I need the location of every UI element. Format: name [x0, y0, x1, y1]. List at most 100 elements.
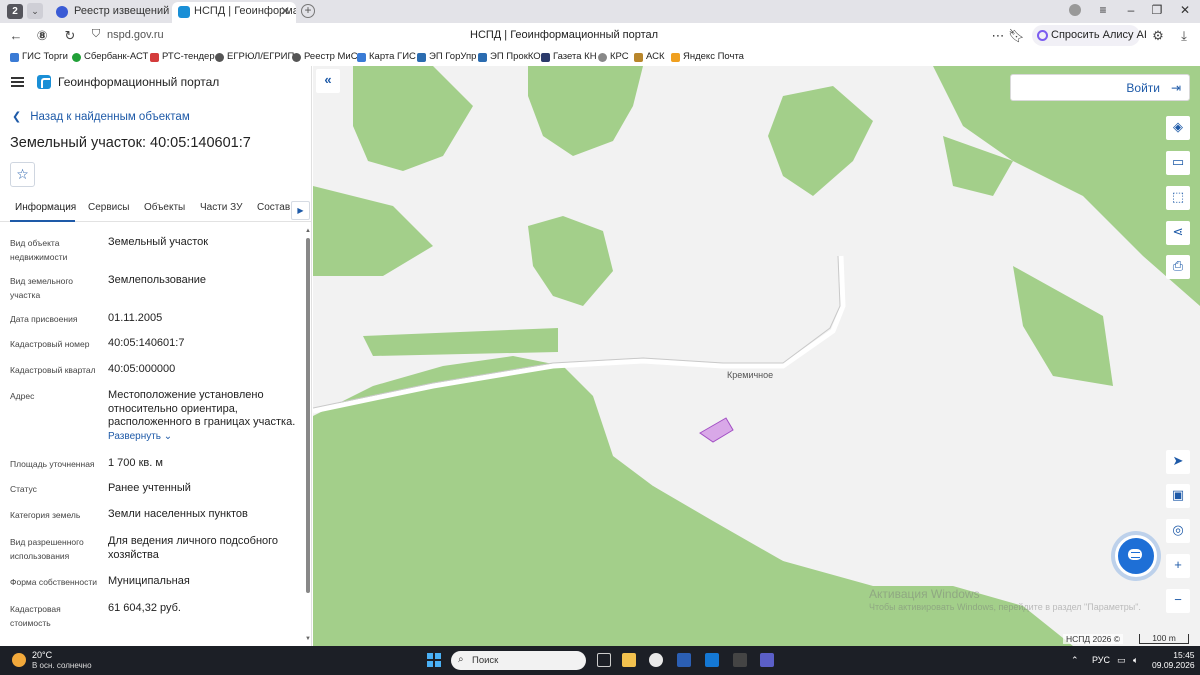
- language-indicator[interactable]: РУС: [1092, 655, 1110, 665]
- measure-button[interactable]: ▭: [1166, 151, 1190, 175]
- bookmark-favicon-icon: [72, 53, 81, 62]
- yandex-browser-icon[interactable]: [649, 653, 663, 667]
- portal-name[interactable]: Геоинформационный портал: [58, 75, 219, 89]
- bookmark-reestr-mis[interactable]: Реестр МиС: [292, 51, 358, 62]
- layers-button[interactable]: ◈: [1166, 116, 1190, 140]
- network-icon[interactable]: ▭: [1117, 655, 1126, 666]
- tray-chevron-up-icon[interactable]: ⌃: [1071, 655, 1079, 666]
- bookmark-egrul[interactable]: ЕГРЮЛ/ЕГРИП: [215, 51, 294, 62]
- share-button[interactable]: ⋖: [1166, 221, 1190, 245]
- tab-information[interactable]: Информация: [15, 202, 76, 213]
- hamburger-menu-icon[interactable]: [11, 77, 24, 87]
- tab-close-icon[interactable]: ✕: [280, 2, 290, 21]
- weather-description[interactable]: В осн. солнечно: [32, 661, 92, 670]
- bookmark-ep-gorupr[interactable]: ЭП ГорУпр: [417, 51, 476, 62]
- portal-logo-icon[interactable]: [37, 75, 51, 89]
- bookmark-favicon-icon: [634, 53, 643, 62]
- bookmark-sberbank-ast[interactable]: Сбербанк-АСТ: [72, 51, 148, 62]
- reload-icon[interactable]: ↻: [62, 28, 78, 44]
- basemap-button[interactable]: ▣: [1166, 484, 1190, 508]
- more-dots-icon[interactable]: ⋯: [990, 28, 1006, 44]
- bookmark-favicon-icon: [215, 53, 224, 62]
- bookmark-favicon-icon: [150, 53, 159, 62]
- login-button[interactable]: Войти ⇥: [1010, 74, 1190, 101]
- calculator-icon[interactable]: [733, 653, 747, 667]
- bookmark-karta-gis[interactable]: Карта ГИС: [357, 51, 416, 62]
- expand-address-link[interactable]: Развернуть ⌄: [108, 430, 303, 444]
- browser-tab-registry[interactable]: Реестр извещений: [50, 2, 170, 23]
- word-icon[interactable]: [677, 653, 691, 667]
- locate-me-button[interactable]: ➤: [1166, 450, 1190, 474]
- chat-support-button[interactable]: [1115, 535, 1157, 577]
- tab-favicon-icon: [178, 6, 190, 18]
- yandex-logo-icon[interactable]: ⑧: [34, 28, 50, 44]
- bookmark-rts-tender[interactable]: РТС-тендер: [150, 51, 215, 62]
- new-tab-plus-icon[interactable]: +: [301, 4, 315, 18]
- pin-location-button[interactable]: ◎: [1166, 519, 1190, 543]
- map-view[interactable]: « Войти ⇥ ◈ ▭ ⬚ ⋖ ⎙ ➤ ▣ ◎ + − Кремичное …: [313, 66, 1200, 646]
- favorite-star-button[interactable]: ☆: [10, 162, 35, 187]
- bookmark-favicon-icon: [598, 53, 607, 62]
- teams-icon[interactable]: [760, 653, 774, 667]
- minimize-icon[interactable]: –: [1122, 3, 1140, 17]
- tabs-scroll-right-icon[interactable]: ▶: [291, 201, 310, 220]
- login-label: Войти: [1126, 81, 1160, 95]
- bookmark-ep-prokko[interactable]: ЭП ПрокКО: [478, 51, 541, 62]
- scroll-down-icon[interactable]: ▼: [305, 636, 311, 642]
- weather-temperature[interactable]: 20°C: [32, 650, 52, 660]
- navigation-arrow-icon: ➤: [1172, 453, 1184, 468]
- volume-icon[interactable]: 🔈︎: [1133, 655, 1138, 666]
- tab-objects[interactable]: Объекты: [144, 202, 185, 213]
- clock-date: 09.09.2026: [1152, 660, 1195, 670]
- system-clock[interactable]: 15:45 09.09.2026: [1152, 650, 1195, 670]
- browser-tab-nspd[interactable]: НСПД | Геоинформацио ✕: [172, 2, 296, 23]
- extensions-icon[interactable]: ⚙: [1150, 28, 1166, 44]
- back-arrow-icon[interactable]: ←: [8, 28, 24, 43]
- chevron-down-icon: ⌄: [163, 430, 173, 442]
- file-explorer-icon[interactable]: [622, 653, 636, 667]
- bookmark-icon[interactable]: 🔖︎: [1008, 28, 1025, 44]
- scroll-up-icon[interactable]: ▲: [305, 228, 311, 234]
- scroll-thumb[interactable]: [306, 238, 310, 593]
- site-info-icon[interactable]: ⛉: [88, 28, 104, 41]
- browser-menu-icon[interactable]: ≡: [1094, 3, 1112, 17]
- attribute-label: Дата присвоения: [10, 314, 78, 324]
- select-area-button[interactable]: ⬚: [1166, 186, 1190, 210]
- download-icon[interactable]: ⤓: [1176, 28, 1192, 44]
- taskbar-search[interactable]: ⌕ Поиск: [451, 651, 586, 670]
- tab-list-chevron-icon[interactable]: ⌄: [27, 3, 43, 19]
- bookmark-gazeta-kn[interactable]: Газета КН: [541, 51, 597, 62]
- windows-start-icon[interactable]: [427, 653, 441, 667]
- close-window-icon[interactable]: ✕: [1176, 3, 1194, 17]
- tab-services[interactable]: Сервисы: [88, 202, 129, 213]
- map-scale-bar: 100 m: [1139, 634, 1189, 644]
- basemap-icon: ▣: [1171, 487, 1185, 502]
- profile-avatar-icon[interactable]: [1066, 3, 1084, 19]
- back-label: Назад к найденным объектам: [30, 111, 190, 123]
- weather-sun-icon[interactable]: [12, 653, 26, 667]
- url-text[interactable]: nspd.gov.ru: [107, 29, 164, 41]
- pin-icon: ◎: [1172, 522, 1184, 537]
- attribute-value: Землепользование: [108, 274, 207, 286]
- active-tab-indicator: [10, 220, 75, 222]
- zoom-out-button[interactable]: −: [1166, 589, 1190, 613]
- tab-counter[interactable]: 2: [7, 4, 23, 19]
- collapse-panel-button[interactable]: «: [316, 69, 340, 93]
- task-view-icon[interactable]: [597, 653, 611, 667]
- ask-alice-button[interactable]: Спросить Алису AI: [1032, 25, 1147, 46]
- panel-scrollbar[interactable]: ▲ ▼: [305, 228, 311, 644]
- map-canvas: [313, 66, 1200, 646]
- tab-parts[interactable]: Части ЗУ: [200, 202, 242, 213]
- zoom-in-button[interactable]: +: [1166, 554, 1190, 578]
- attribute-value: Земельный участок: [108, 236, 209, 248]
- bookmark-yandex-mail[interactable]: Яндекс Почта: [671, 51, 744, 62]
- bookmark-ask[interactable]: АСК: [634, 51, 665, 62]
- outlook-icon[interactable]: [705, 653, 719, 667]
- print-button[interactable]: ⎙: [1166, 255, 1190, 279]
- maximize-icon[interactable]: ❐: [1148, 3, 1166, 17]
- tab-composition[interactable]: Состав: [257, 202, 290, 213]
- back-to-results-link[interactable]: ❮ Назад к найденным объектам: [12, 110, 190, 123]
- bookmark-krs[interactable]: КРС: [598, 51, 629, 62]
- bookmark-gis-torgi[interactable]: ГИС Торги: [10, 51, 68, 62]
- bookmark-favicon-icon: [357, 53, 366, 62]
